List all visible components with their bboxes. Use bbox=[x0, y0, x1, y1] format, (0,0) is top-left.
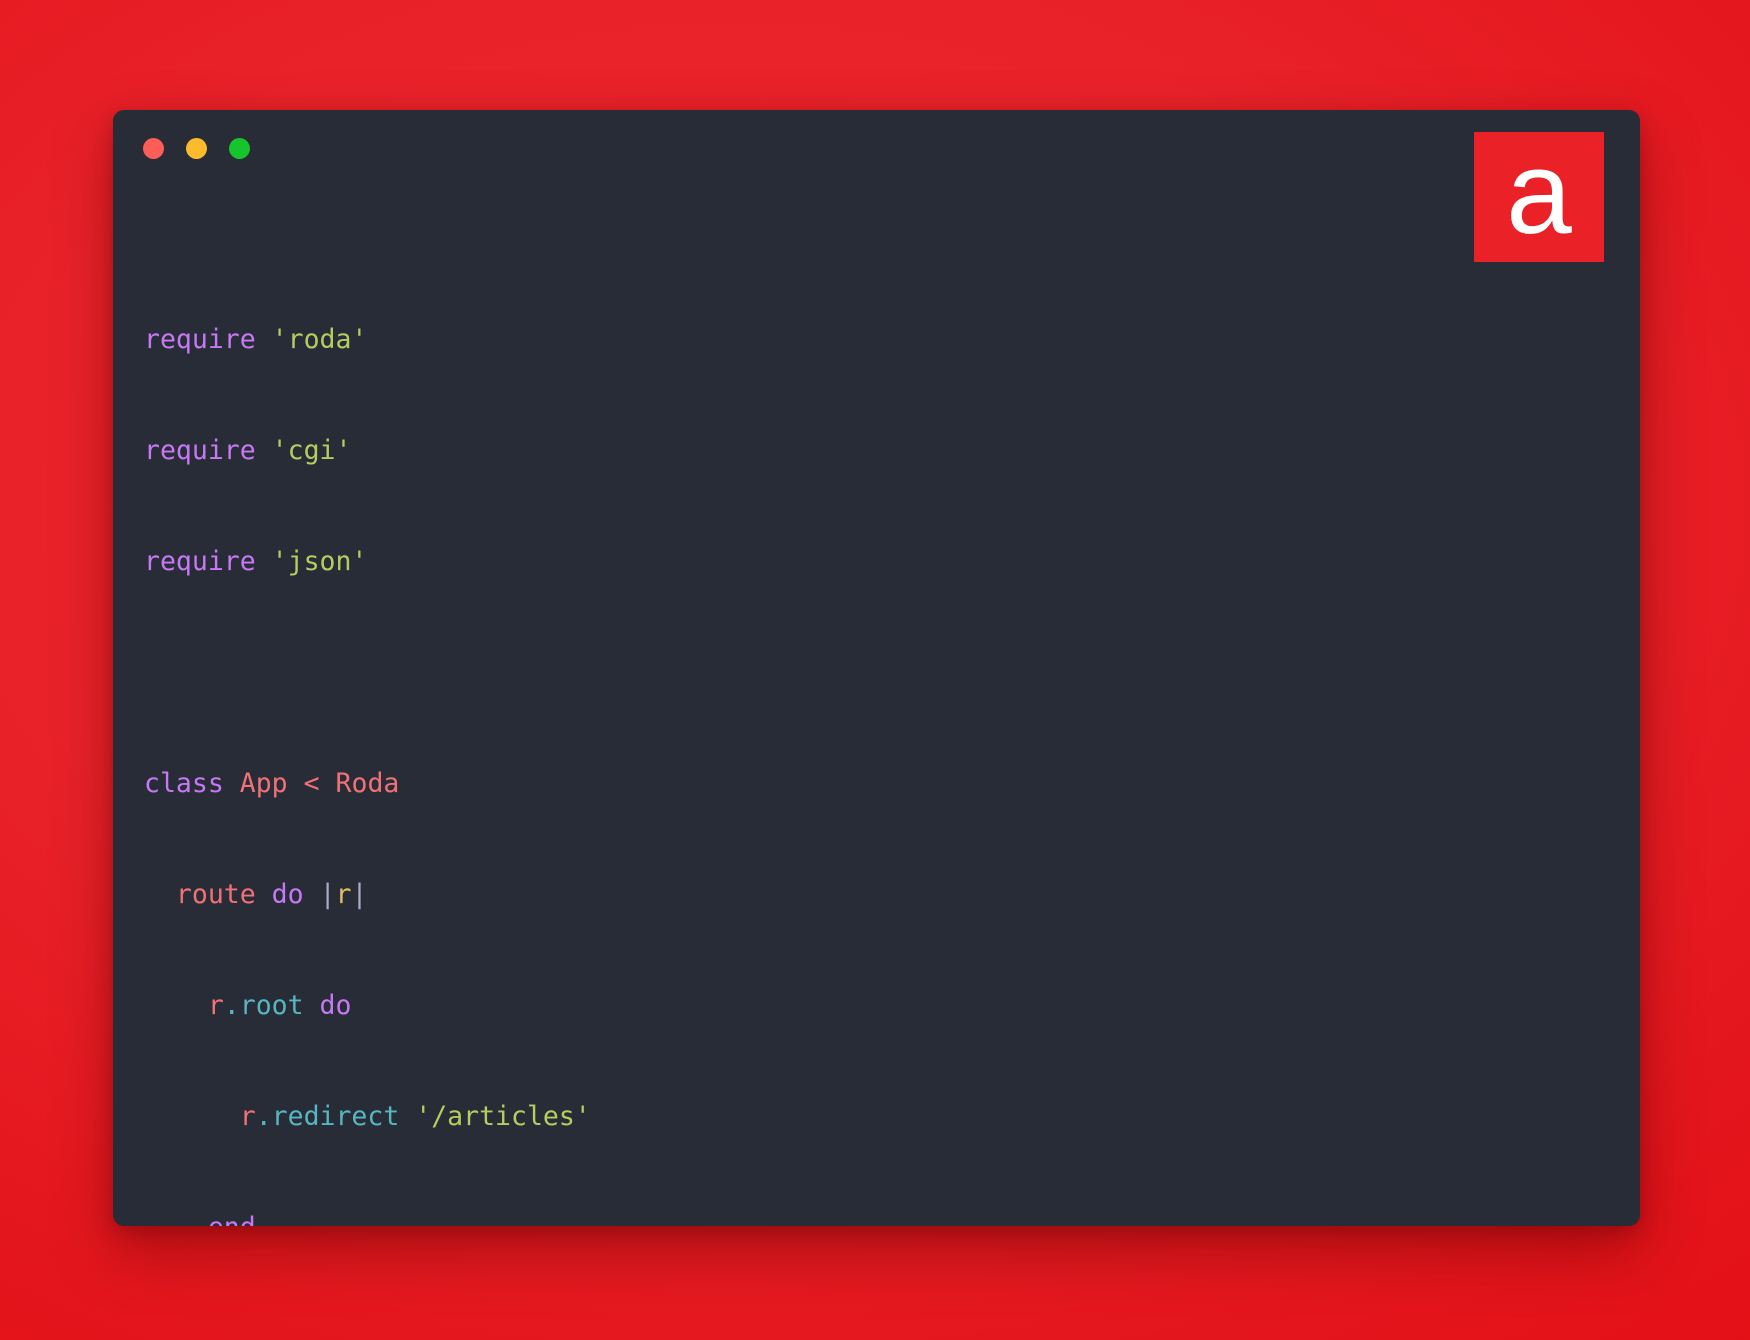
code-line: class App < Roda bbox=[144, 768, 400, 799]
maximize-window-button[interactable] bbox=[229, 138, 250, 159]
minimize-window-button[interactable] bbox=[186, 138, 207, 159]
code-line: r.redirect '/articles' bbox=[239, 1101, 591, 1132]
code-line: require 'roda' bbox=[144, 324, 368, 355]
code-line: r.root do bbox=[207, 990, 352, 1021]
code-line: require 'json' bbox=[144, 546, 368, 577]
close-window-button[interactable] bbox=[143, 138, 164, 159]
window-traffic-lights bbox=[143, 138, 250, 159]
code-line: route do |r| bbox=[175, 879, 368, 910]
code-line: require 'cgi' bbox=[144, 435, 352, 466]
code-line: end bbox=[144, 1209, 1640, 1226]
code-editor-content[interactable]: require 'roda' require 'cgi' require 'js… bbox=[144, 210, 1640, 1226]
code-window: a require 'roda' require 'cgi' require '… bbox=[113, 110, 1640, 1226]
